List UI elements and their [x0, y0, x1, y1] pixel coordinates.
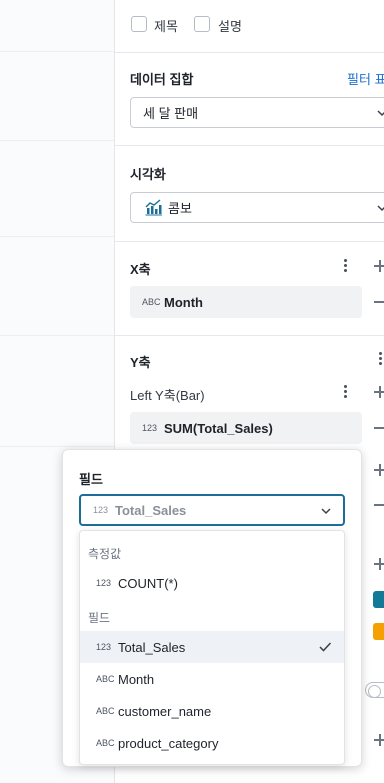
- chevron-down-icon: [377, 205, 384, 212]
- dropdown-option-label: Month: [118, 671, 155, 687]
- x-axis-field-label: Month: [164, 294, 203, 310]
- dropdown-option-total-sales[interactable]: 123 Total_Sales: [80, 631, 344, 663]
- divider: [115, 145, 384, 146]
- x-axis-heading: X축: [130, 262, 151, 277]
- x-axis-field-chip[interactable]: ABC Month: [130, 286, 362, 318]
- number-type-icon: 123: [96, 577, 112, 588]
- popover-title: 필드: [79, 472, 103, 487]
- canvas-gridline: [0, 140, 114, 141]
- canvas-gridline: [0, 446, 114, 447]
- dropdown-option-label: product_category: [118, 735, 219, 751]
- title-checkbox-label: 제목: [154, 19, 178, 34]
- description-checkbox-label: 설명: [218, 19, 242, 34]
- divider: [115, 335, 384, 336]
- add-x-field-icon[interactable]: [374, 260, 384, 272]
- combo-chart-icon: [145, 199, 162, 216]
- add-y-field-icon[interactable]: [374, 386, 384, 398]
- y-axis-field-chip[interactable]: 123 SUM(Total_Sales): [130, 412, 362, 444]
- dropdown-option-label: COUNT(*): [118, 575, 178, 591]
- text-type-icon: ABC: [96, 705, 115, 716]
- text-type-icon: ABC: [96, 737, 115, 748]
- visualization-select[interactable]: 콤보: [130, 192, 384, 223]
- canvas-gridline: [0, 51, 114, 52]
- dropdown-option-customer-name[interactable]: ABC customer_name: [80, 695, 344, 727]
- dropdown-group-label: 필드: [88, 611, 111, 625]
- text-type-icon: ABC: [142, 296, 161, 307]
- dropdown-option-month[interactable]: ABC Month: [80, 663, 344, 695]
- kebab-menu-icon[interactable]: [344, 385, 348, 399]
- dropdown-group-label: 측정값: [88, 547, 122, 561]
- y-axis-field-label: SUM(Total_Sales): [164, 420, 273, 436]
- dropdown-option-label: Total_Sales: [118, 639, 186, 655]
- canvas-gridline: [0, 236, 114, 237]
- dataset-select[interactable]: 세 달 판매: [130, 97, 384, 128]
- dataset-select-value: 세 달 판매: [143, 106, 199, 121]
- remove-y-field-icon[interactable]: [374, 427, 384, 429]
- add-series-icon[interactable]: [374, 558, 384, 570]
- divider: [115, 52, 384, 53]
- kebab-menu-icon[interactable]: [344, 259, 348, 273]
- series-color-swatch-orange[interactable]: [373, 623, 384, 640]
- toggle-switch[interactable]: [365, 682, 384, 698]
- chevron-down-icon: [321, 508, 331, 515]
- dropdown-option-label: customer_name: [118, 703, 212, 719]
- field-select[interactable]: 123 Total_Sales: [79, 494, 345, 526]
- add-item-icon[interactable]: [374, 734, 384, 746]
- series-color-swatch-teal[interactable]: [373, 591, 384, 608]
- dataset-heading: 데이터 집합: [130, 72, 194, 87]
- visualization-select-value: 콤보: [168, 201, 192, 216]
- kebab-menu-icon[interactable]: [379, 352, 383, 366]
- field-dropdown-list: 측정값 123 COUNT(*) 필드 123 Total_Sales ABC …: [79, 530, 345, 765]
- description-checkbox[interactable]: [194, 16, 210, 32]
- check-icon: [319, 642, 332, 652]
- remove-field-icon[interactable]: [374, 504, 384, 506]
- number-type-icon: 123: [96, 641, 112, 652]
- field-popover: 필드 123 Total_Sales 측정값 123 COUNT(*) 필드 1…: [62, 449, 362, 767]
- text-type-icon: ABC: [96, 673, 115, 684]
- filter-link[interactable]: 필터 표: [347, 69, 384, 88]
- dropdown-option-count[interactable]: 123 COUNT(*): [80, 567, 344, 599]
- left-y-axis-label: Left Y축(Bar): [130, 388, 205, 403]
- number-type-icon: 123: [93, 504, 109, 515]
- y-axis-heading: Y축: [130, 355, 151, 370]
- divider: [115, 241, 384, 242]
- visualization-heading: 시각화: [130, 167, 166, 182]
- title-checkbox[interactable]: [131, 16, 147, 32]
- chevron-down-icon: [377, 110, 384, 117]
- field-select-value: Total_Sales: [115, 502, 187, 518]
- number-type-icon: 123: [142, 422, 158, 433]
- dropdown-option-product-category[interactable]: ABC product_category: [80, 727, 344, 759]
- add-field-icon[interactable]: [374, 464, 384, 476]
- canvas-gridline: [0, 335, 114, 336]
- remove-x-field-icon[interactable]: [374, 301, 384, 303]
